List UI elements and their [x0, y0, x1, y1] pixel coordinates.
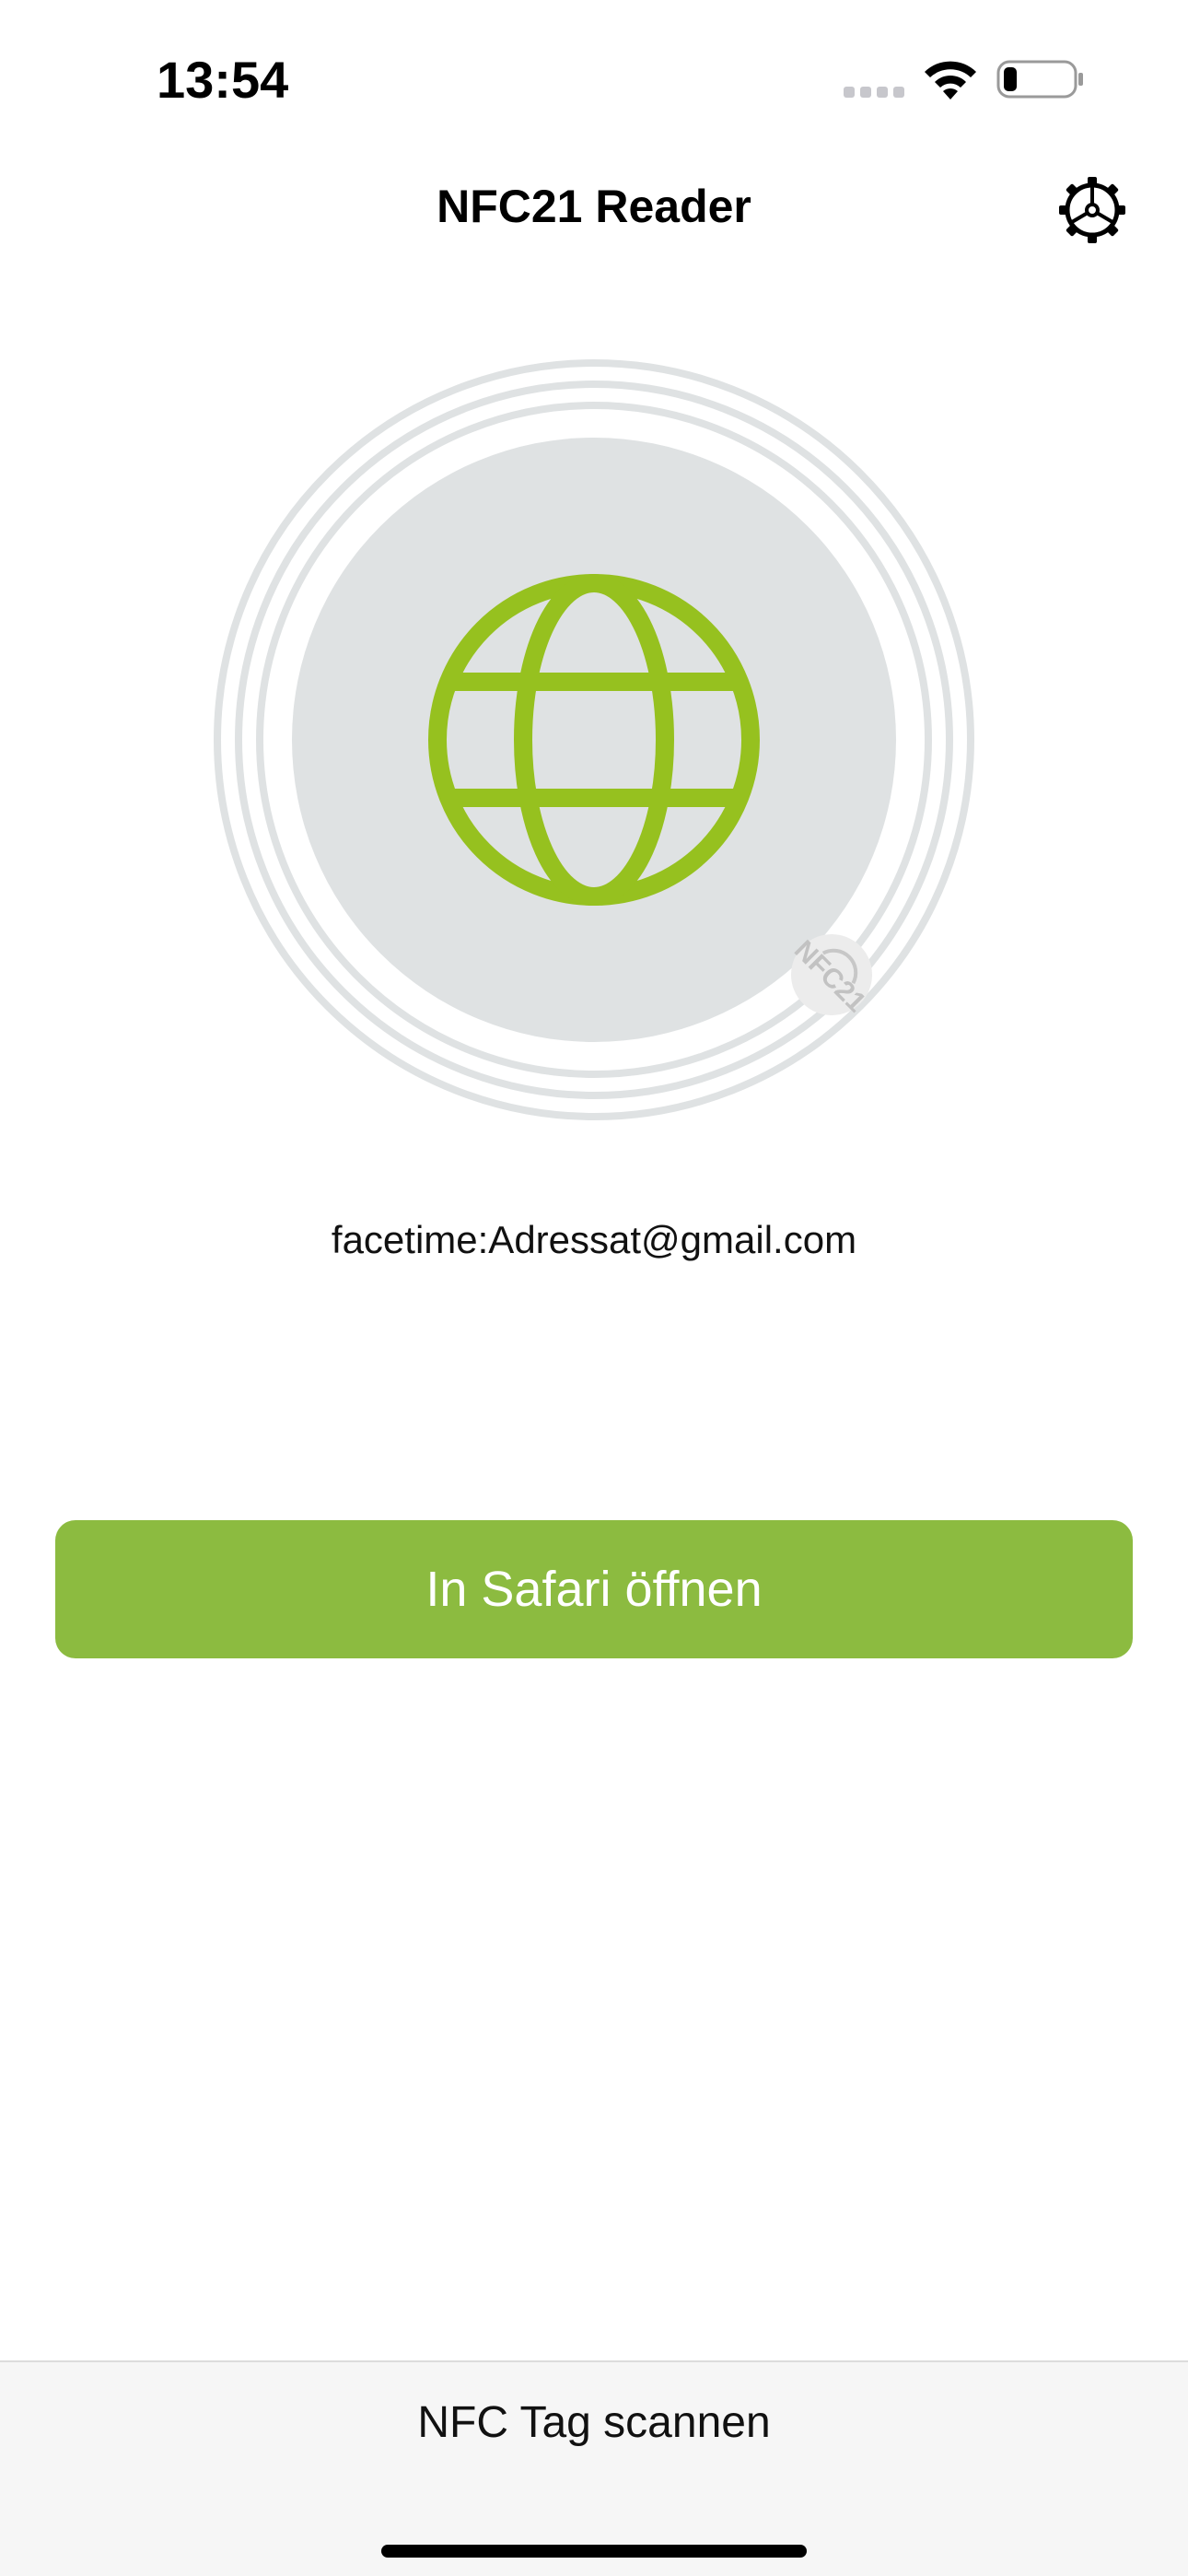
- tag-content-text: facetime:Adressat@gmail.com: [331, 1218, 857, 1261]
- nfc-tag-disc: NFC21: [214, 359, 974, 1120]
- gear-icon[interactable]: [1057, 175, 1127, 245]
- cellular-signal-icon: [844, 85, 904, 98]
- open-in-safari-button[interactable]: In Safari öffnen: [55, 1520, 1133, 1658]
- wifi-icon: [925, 61, 976, 100]
- page-title: NFC21 Reader: [437, 181, 751, 232]
- screen: 13:54 NFC21 Reader NFC21 facetime:Adress…: [0, 0, 1188, 2576]
- status-bar: 13:54: [0, 0, 1188, 147]
- bottom-toolbar: NFC Tag scannen: [0, 2360, 1188, 2576]
- scan-nfc-tag-button[interactable]: NFC Tag scannen: [0, 2397, 1188, 2448]
- home-indicator: [381, 2545, 807, 2558]
- status-time: 13:54: [157, 51, 289, 109]
- battery-icon: [996, 60, 1083, 99]
